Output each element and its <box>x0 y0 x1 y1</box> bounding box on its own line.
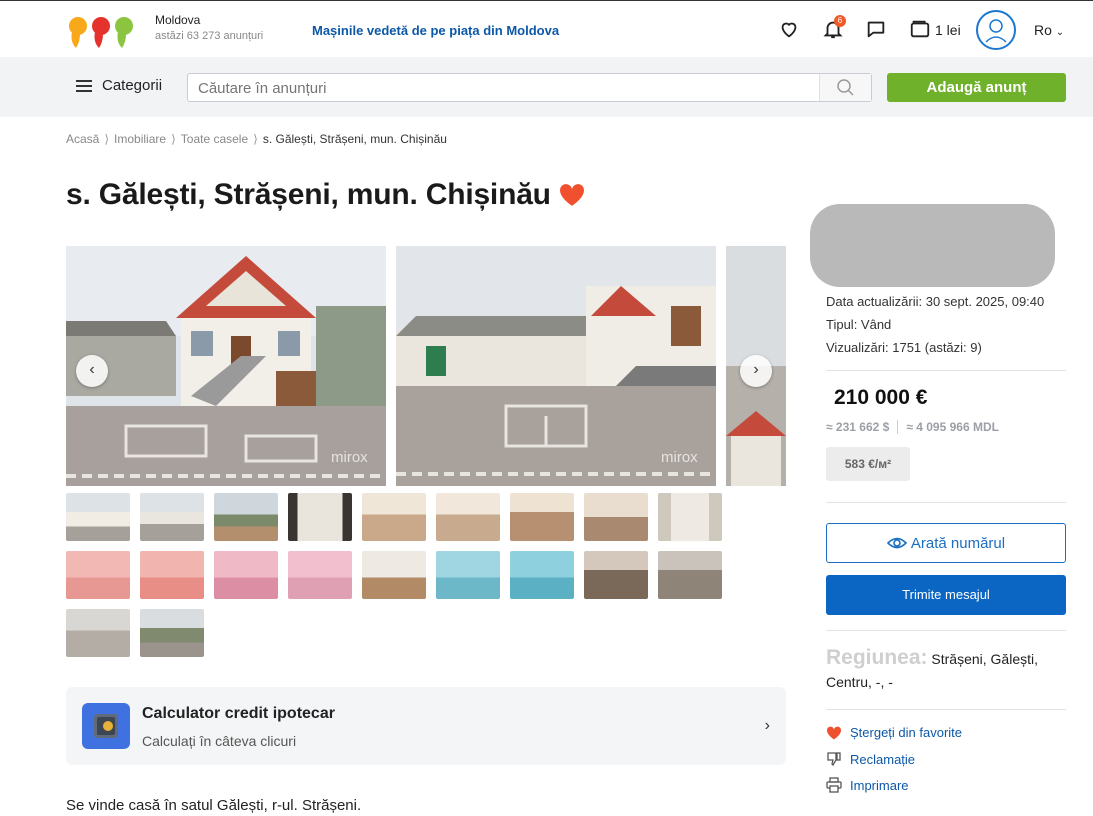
thumbnail[interactable] <box>362 551 426 599</box>
thumbnail[interactable] <box>140 551 204 599</box>
categories-button[interactable]: Categorii <box>76 77 162 94</box>
thumbnail[interactable] <box>436 493 500 541</box>
thumbnail[interactable] <box>66 551 130 599</box>
heart-filled-icon <box>826 726 842 739</box>
calculator-title: Calculator credit ipotecar <box>142 705 335 722</box>
thumbnail[interactable] <box>658 493 722 541</box>
breadcrumb: Acasă ⟩ Imobiliare ⟩ Toate casele ⟩ s. G… <box>66 132 447 146</box>
show-number-label: Arată numărul <box>910 534 1006 552</box>
chevron-down-icon: ⌄ <box>1055 27 1065 38</box>
remove-favorite-link[interactable]: Ștergeți din favorite <box>826 725 962 740</box>
watermark: mirox <box>661 449 698 466</box>
thumbnail[interactable] <box>140 493 204 541</box>
calculator-subtitle: Calculați în câteva clicuri <box>142 733 297 749</box>
divider <box>826 370 1066 371</box>
thumbnail[interactable] <box>288 551 352 599</box>
thumbnail[interactable] <box>658 551 722 599</box>
thumbnail[interactable] <box>436 551 500 599</box>
breadcrumb-houses[interactable]: Toate casele <box>181 132 248 146</box>
seller-placeholder <box>810 204 1055 287</box>
region-info: Regiunea: Strășeni, Gălești, Centru, -, … <box>826 646 1066 694</box>
thumbs-down-icon <box>827 752 841 767</box>
listing-photo[interactable]: mirox <box>66 246 386 486</box>
divider <box>826 630 1066 631</box>
chat-icon[interactable] <box>865 18 887 40</box>
heart-icon[interactable] <box>778 18 800 40</box>
thumbnail[interactable] <box>510 493 574 541</box>
search-bar: Categorii Adaugă anunț <box>0 57 1093 117</box>
update-date: Data actualizării: 30 sept. 2025, 09:40 <box>826 294 1045 309</box>
menu-icon <box>76 79 92 92</box>
thumbnail[interactable] <box>584 493 648 541</box>
notification-badge: 6 <box>834 15 846 27</box>
offer-type: Tipul: Vând <box>826 317 892 332</box>
price-conversions: ≈ 231 662 $ ≈ 4 095 966 MDL <box>826 420 999 434</box>
search-icon <box>837 79 854 96</box>
breadcrumb-home[interactable]: Acasă <box>66 132 99 146</box>
chevron-right-icon: ⟩ <box>171 132 176 146</box>
search-box <box>187 73 872 102</box>
thumbnail[interactable] <box>510 551 574 599</box>
price-mdl: ≈ 4 095 966 MDL <box>906 420 999 434</box>
report-link[interactable]: Reclamație <box>826 751 915 767</box>
mortgage-calculator-card[interactable]: Calculator credit ipotecar Calculați în … <box>66 687 786 765</box>
thumbnail[interactable] <box>66 609 130 657</box>
breadcrumb-current: s. Gălești, Strășeni, mun. Chișinău <box>262 132 447 146</box>
chevron-right-icon: › <box>764 717 770 734</box>
wallet-balance[interactable]: 1 lei <box>935 22 961 38</box>
favorite-heart-icon[interactable] <box>559 183 585 207</box>
price: 210 000 € <box>834 386 928 409</box>
add-listing-button[interactable]: Adaugă anunț <box>887 73 1066 102</box>
chevron-right-icon: ⟩ <box>253 132 258 146</box>
language-selector[interactable]: Ro ⌄ <box>1034 22 1064 38</box>
region-selector[interactable]: Moldova astăzi 63 273 anunțuri <box>155 13 263 42</box>
gallery-prev-button[interactable]: ‹ <box>76 355 108 387</box>
send-message-button[interactable]: Trimite mesajul <box>826 575 1066 615</box>
eye-icon <box>886 537 907 549</box>
printer-icon <box>826 777 842 793</box>
photo-gallery: mirox mirox <box>66 246 786 486</box>
watermark: mirox <box>331 449 368 466</box>
thumbnail[interactable] <box>288 493 352 541</box>
listing-photo[interactable]: mirox <box>396 246 716 486</box>
remove-favorite-label: Ștergeți din favorite <box>850 725 963 740</box>
page-title: s. Gălești, Strășeni, mun. Chișinău <box>66 178 585 212</box>
search-input[interactable] <box>198 80 818 97</box>
thumbnail[interactable] <box>362 493 426 541</box>
divider <box>826 502 1066 503</box>
region-ad-count: astăzi 63 273 anunțuri <box>155 30 264 42</box>
report-label: Reclamație <box>850 751 916 767</box>
promo-link[interactable]: Mașinile vedetă de pe piața din Moldova <box>312 23 559 38</box>
user-icon <box>985 19 1007 43</box>
price-per-square-meter: 583 €/м² <box>826 447 910 481</box>
show-number-button[interactable]: Arată numărul <box>826 523 1066 563</box>
print-link[interactable]: Imprimare <box>826 777 909 793</box>
divider <box>897 420 899 434</box>
thumbnail[interactable] <box>140 609 204 657</box>
language-label: Ro <box>1034 22 1052 38</box>
thumbnail[interactable] <box>584 551 648 599</box>
view-count: Vizualizări: 1751 (astăzi: 9) <box>826 340 982 355</box>
search-button[interactable] <box>819 74 871 101</box>
chevron-right-icon: ⟩ <box>104 132 110 146</box>
categories-label: Categorii <box>102 77 163 94</box>
gallery-next-button[interactable]: › <box>740 355 772 387</box>
top-header: Moldova astăzi 63 273 anunțuri Mașinile … <box>0 0 1093 57</box>
breadcrumb-real-estate[interactable]: Imobiliare <box>114 132 166 146</box>
region-name: Moldova <box>155 13 201 27</box>
user-avatar[interactable] <box>976 10 1016 50</box>
wallet-icon[interactable] <box>909 18 931 40</box>
price-usd: ≈ 231 662 $ <box>826 420 890 434</box>
thumbnail[interactable] <box>214 493 278 541</box>
safe-icon <box>82 703 130 749</box>
thumbnail[interactable] <box>214 551 278 599</box>
region-label: Regiunea: <box>826 646 928 669</box>
divider <box>826 709 1066 710</box>
listing-description: Se vinde casă în satul Gălești, r-ul. St… <box>66 797 362 814</box>
print-label: Imprimare <box>850 777 909 793</box>
thumbnail[interactable] <box>66 493 130 541</box>
site-logo[interactable] <box>66 12 136 50</box>
listing-title: s. Gălești, Strășeni, mun. Chișinău <box>66 178 551 211</box>
